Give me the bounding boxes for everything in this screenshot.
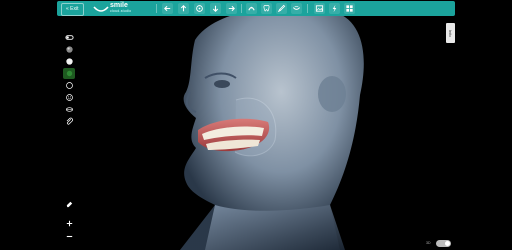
rotate-down-button[interactable]	[210, 3, 221, 14]
minus-icon	[66, 235, 72, 238]
toggle-switch-icon	[64, 35, 74, 40]
gallery-button[interactable]	[314, 3, 325, 14]
toolbar-divider	[156, 4, 157, 13]
mouth-view-button[interactable]	[63, 104, 75, 115]
material-white-button[interactable]	[63, 56, 75, 67]
sphere-green-icon	[66, 70, 72, 77]
zoom-controls	[63, 198, 76, 244]
view-mode-label: 3D	[426, 241, 431, 245]
rotate-up-button[interactable]	[178, 3, 189, 14]
material-green-button[interactable]	[63, 68, 75, 79]
side-panel-tab[interactable]: Info	[446, 23, 455, 43]
teeth-model-button[interactable]	[246, 3, 257, 14]
lightning-icon	[332, 4, 337, 13]
smile-curve-icon	[292, 6, 301, 10]
toolbar-divider	[307, 4, 308, 13]
view-mode-toggle[interactable]	[436, 240, 451, 247]
brand-logo: smile cloud-studio	[93, 2, 137, 15]
3d-viewport[interactable]	[0, 0, 512, 250]
layout-grid-button[interactable]	[344, 3, 355, 14]
sphere-outline-icon	[65, 82, 73, 89]
toggle-knob	[445, 241, 450, 246]
arrow-right-icon	[228, 5, 235, 12]
grid-icon	[346, 5, 353, 12]
plus-icon	[66, 220, 72, 227]
arrow-down-icon	[212, 5, 219, 12]
reset-view-button[interactable]	[63, 198, 75, 209]
draw-tool-button[interactable]	[276, 3, 287, 14]
paperclip-icon	[66, 117, 73, 125]
smile-logo-icon	[93, 6, 109, 12]
material-gray-button[interactable]	[63, 44, 75, 55]
material-outline-button[interactable]	[63, 80, 75, 91]
tooth-button[interactable]	[261, 3, 272, 14]
rotate-left-button[interactable]	[162, 3, 173, 14]
zoom-in-button[interactable]	[63, 218, 75, 229]
arrow-left-icon	[164, 5, 171, 12]
brand-subtitle: cloud-studio	[110, 9, 132, 13]
sphere-white-icon	[65, 58, 73, 65]
face-view-button[interactable]	[63, 92, 75, 103]
center-view-button[interactable]	[194, 3, 205, 14]
target-icon	[196, 5, 203, 12]
brand-word: smile	[110, 2, 128, 9]
toggle-visibility-button[interactable]	[63, 32, 75, 43]
eraser-icon	[66, 201, 72, 208]
arrow-up-icon	[180, 5, 187, 12]
zoom-out-button[interactable]	[63, 231, 75, 242]
exit-button[interactable]: « Exit	[61, 3, 84, 16]
brush-icon	[278, 4, 286, 12]
rotate-right-button[interactable]	[226, 3, 237, 14]
image-icon	[315, 5, 324, 12]
measure-button[interactable]	[291, 3, 302, 14]
tooth-icon	[263, 5, 270, 12]
toolbar-divider	[241, 4, 242, 13]
face-icon	[65, 94, 73, 101]
mouth-icon	[65, 107, 73, 112]
sphere-gray-icon	[65, 46, 73, 53]
dental-arch-icon	[248, 6, 255, 11]
attachment-button[interactable]	[63, 116, 75, 127]
top-toolbar: « Exit smile cloud-studio	[57, 1, 455, 16]
lighting-button[interactable]	[329, 3, 340, 14]
left-tool-sidebar	[63, 32, 76, 136]
